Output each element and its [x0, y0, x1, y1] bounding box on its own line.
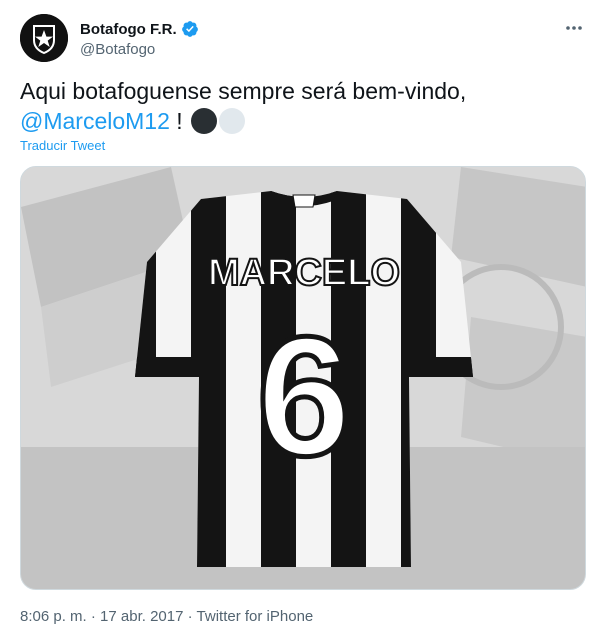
avatar[interactable]: [20, 14, 68, 62]
tweet-body: Aqui botafoguense sempre será bem-vindo,: [20, 78, 467, 104]
black-circle-emoji: [191, 108, 218, 134]
translate-tweet-link[interactable]: Traducir Tweet: [20, 138, 105, 153]
tweet-suffix: !: [169, 108, 183, 134]
tweet-text: Aqui botafoguense sempre será bem-vindo,…: [20, 76, 586, 136]
more-options-icon[interactable]: [564, 18, 584, 38]
tweet-metadata: 8:06 p. m. · 17 abr. 2017 · Twitter for …: [20, 608, 313, 625]
author-info: Botafogo F.R. @Botafogo: [80, 20, 199, 58]
meta-separator: ·: [183, 608, 197, 625]
tweet-source[interactable]: Twitter for iPhone: [197, 608, 314, 625]
verified-badge-icon: [181, 21, 198, 37]
jersey-name: MARCELO: [208, 252, 400, 294]
user-handle[interactable]: @Botafogo: [80, 41, 199, 58]
tweet-date[interactable]: 17 abr. 2017: [100, 608, 183, 625]
display-name-row: Botafogo F.R.: [80, 20, 199, 38]
jersey-number: 6: [257, 302, 352, 492]
botafogo-star-crest-icon: [20, 14, 68, 62]
tweet-header: Botafogo F.R. @Botafogo: [20, 14, 586, 64]
white-circle-emoji: [219, 108, 246, 134]
display-name[interactable]: Botafogo F.R.: [80, 21, 177, 38]
tweet-image[interactable]: MARCELO 6: [20, 166, 586, 590]
jersey-photo: MARCELO 6: [21, 167, 585, 589]
meta-separator: ·: [86, 608, 101, 625]
mention-link[interactable]: @MarceloM12: [20, 108, 170, 134]
tweet-time[interactable]: 8:06 p. m.: [20, 608, 87, 625]
